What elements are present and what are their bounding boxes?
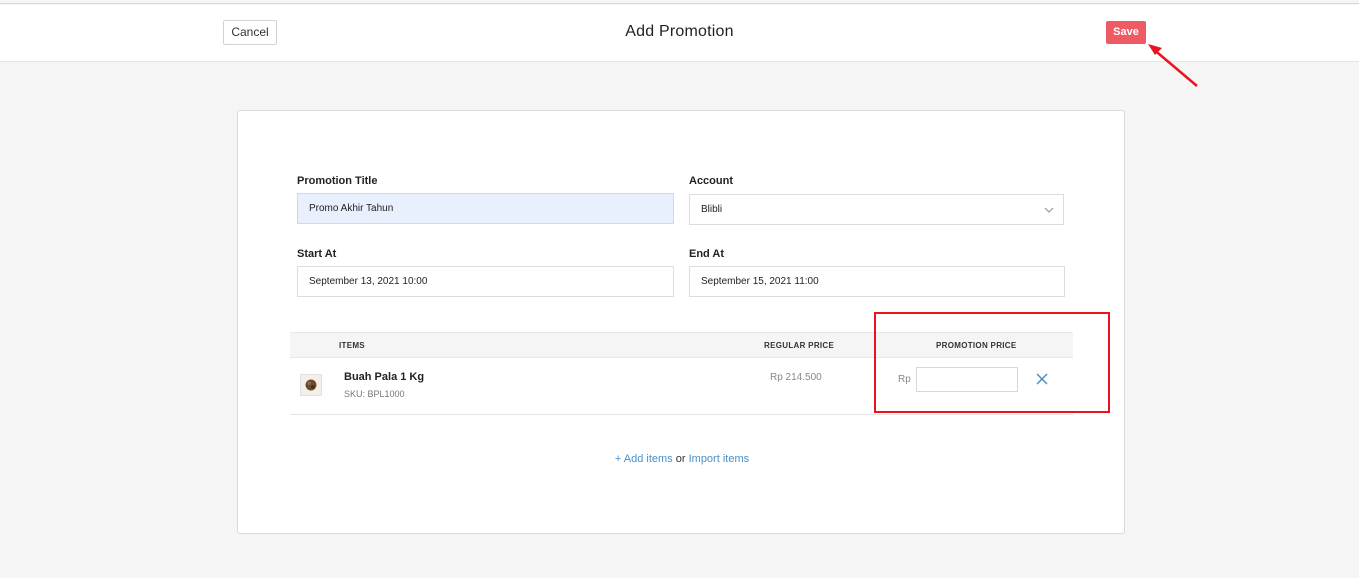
regular-price: Rp 214.500 (770, 372, 822, 383)
end-at-label: End At (689, 248, 725, 260)
account-label: Account (689, 175, 733, 187)
import-items-link[interactable]: Import items (689, 453, 750, 465)
product-image (300, 374, 322, 396)
promotion-title-input[interactable]: Promo Akhir Tahun (297, 193, 674, 224)
item-sku: SKU: BPL1000 (344, 389, 405, 399)
account-select-value: Blibli (701, 204, 723, 215)
account-select[interactable]: Blibli (689, 194, 1064, 225)
annotation-arrow-icon (1148, 44, 1198, 87)
chevron-down-icon (1044, 207, 1054, 213)
add-items-line: + Add items or Import items (238, 453, 1126, 465)
promotion-title-label: Promotion Title (297, 175, 378, 187)
start-at-input[interactable]: September 13, 2021 10:00 (297, 266, 674, 297)
annotation-highlight-box (874, 312, 1110, 413)
item-name: Buah Pala 1 Kg (344, 371, 425, 383)
start-at-label: Start At (297, 248, 337, 260)
top-border (0, 0, 1359, 4)
add-items-link[interactable]: + Add items (615, 453, 673, 465)
end-at-input[interactable]: September 15, 2021 11:00 (689, 266, 1065, 297)
column-items: ITEMS (339, 341, 365, 350)
or-text: or (675, 453, 686, 465)
column-regular-price: REGULAR PRICE (764, 341, 835, 350)
